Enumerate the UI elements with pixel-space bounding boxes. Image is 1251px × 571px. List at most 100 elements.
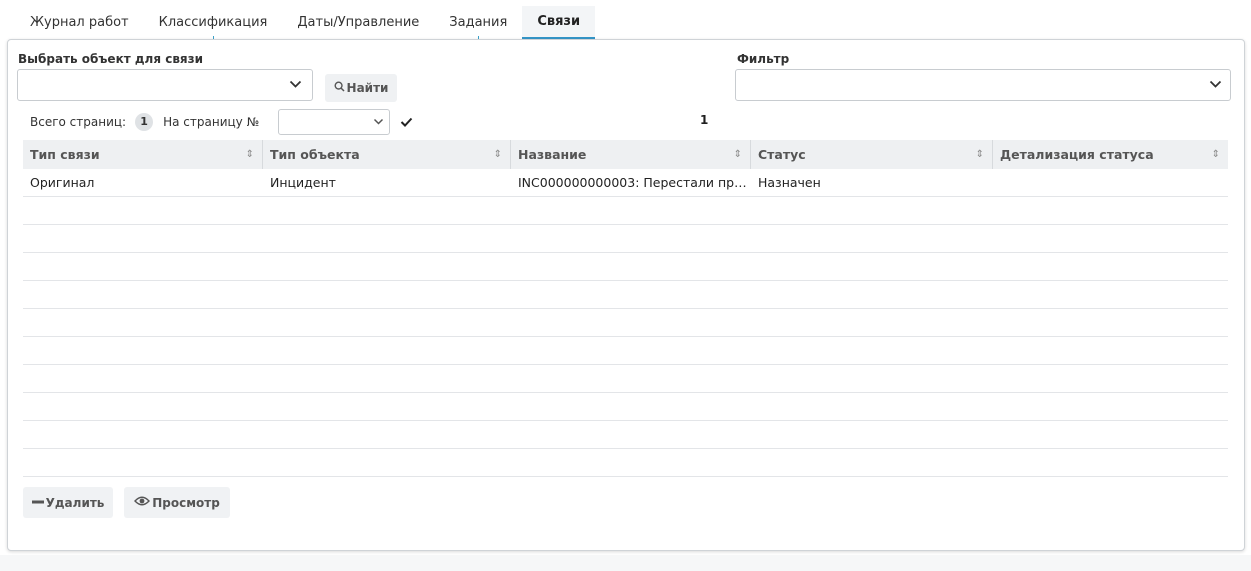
pager: Всего страниц: 1 На страницу № — [30, 113, 259, 131]
table-cell — [23, 309, 263, 336]
tab-classification[interactable]: Классификация — [144, 6, 283, 40]
sort-icon[interactable]: ⇕ — [976, 140, 984, 169]
tab-bar: Журнал работ Классификация Даты/Управлен… — [15, 6, 596, 40]
table-cell — [751, 281, 993, 308]
table-cell — [511, 421, 751, 448]
table-cell — [511, 253, 751, 280]
link-object-select[interactable] — [17, 69, 313, 101]
table-row[interactable] — [23, 253, 1228, 281]
table-cell — [23, 365, 263, 392]
table-cell — [263, 253, 511, 280]
chevron-down-icon[interactable] — [284, 80, 306, 89]
goto-page-select[interactable] — [278, 109, 390, 135]
table-row[interactable] — [23, 421, 1228, 449]
table-cell — [263, 225, 511, 252]
table-cell — [751, 309, 993, 336]
column-header-label: Название — [518, 147, 587, 162]
table-cell — [263, 393, 511, 420]
table-header: Тип связи ⇕ Тип объекта ⇕ Название ⇕ Статус… — [23, 140, 1228, 169]
table-cell — [993, 197, 1228, 224]
table-cell — [23, 225, 263, 252]
column-header-link-type[interactable]: Тип связи ⇕ — [23, 140, 263, 169]
table-cell — [993, 225, 1228, 252]
sort-icon[interactable]: ⇕ — [494, 140, 502, 169]
view-button[interactable]: Просмотр — [124, 487, 230, 518]
view-button-label: Просмотр — [152, 495, 220, 510]
column-header-name[interactable]: Название ⇕ — [511, 140, 751, 169]
column-header-status[interactable]: Статус ⇕ — [751, 140, 993, 169]
column-header-label: Статус — [758, 147, 806, 162]
eye-icon — [134, 495, 151, 510]
table-cell — [993, 309, 1228, 336]
table-cell — [23, 449, 263, 476]
column-header-status-detail[interactable]: Детализация статуса ⇕ — [993, 140, 1228, 169]
table-row[interactable] — [23, 197, 1228, 225]
table-cell — [751, 365, 993, 392]
tab-dates-management[interactable]: Даты/Управление — [282, 6, 434, 40]
table-row[interactable]: Оригинал Инцидент INC000000000003: Переста… — [23, 169, 1228, 197]
table-cell — [511, 309, 751, 336]
table-cell — [511, 365, 751, 392]
column-header-object-type[interactable]: Тип объекта ⇕ — [263, 140, 511, 169]
table-cell — [993, 393, 1228, 420]
column-header-label: Тип связи — [30, 147, 100, 162]
filter-select[interactable] — [735, 69, 1231, 101]
find-button[interactable]: Найти — [325, 74, 397, 102]
table-row[interactable] — [23, 225, 1228, 253]
table-body: Оригинал Инцидент INC000000000003: Переста… — [23, 169, 1228, 477]
tab-label: Журнал работ — [30, 15, 129, 30]
table-cell — [751, 337, 993, 364]
link-select-label: Выбрать объект для связи — [18, 52, 203, 66]
table-cell — [511, 197, 751, 224]
table-cell — [993, 253, 1228, 280]
table-row[interactable] — [23, 337, 1228, 365]
sort-icon[interactable]: ⇕ — [734, 140, 742, 169]
page-footer-area — [0, 555, 1251, 571]
search-icon — [334, 81, 345, 95]
table-cell — [263, 449, 511, 476]
table-cell — [23, 281, 263, 308]
table-cell — [993, 449, 1228, 476]
chevron-down-icon[interactable] — [367, 118, 389, 126]
tab-label: Задания — [449, 15, 508, 30]
tab-label: Связи — [537, 14, 581, 29]
filter-label: Фильтр — [737, 52, 790, 66]
tab-tasks[interactable]: Задания — [434, 6, 522, 40]
column-header-label: Тип объекта — [270, 147, 360, 162]
table-row[interactable] — [23, 281, 1228, 309]
tab-links[interactable]: Связи — [522, 6, 596, 40]
delete-button[interactable]: Удалить — [23, 487, 113, 518]
table-cell — [751, 197, 993, 224]
total-pages-label: Всего страниц: — [30, 115, 127, 129]
table-cell — [751, 449, 993, 476]
table-row[interactable] — [23, 309, 1228, 337]
table-cell — [263, 197, 511, 224]
table-cell: Оригинал — [30, 175, 95, 190]
table-cell — [511, 225, 751, 252]
table-cell — [23, 393, 263, 420]
table-cell — [751, 225, 993, 252]
chevron-down-icon[interactable] — [1204, 80, 1226, 89]
table-cell — [263, 337, 511, 364]
table-cell — [511, 393, 751, 420]
minus-icon — [31, 496, 44, 510]
tab-label: Классификация — [158, 15, 268, 30]
table-row[interactable] — [23, 449, 1228, 477]
table-row[interactable] — [23, 393, 1228, 421]
table-cell — [23, 337, 263, 364]
sort-icon[interactable]: ⇕ — [1212, 140, 1220, 169]
table-cell — [263, 365, 511, 392]
current-page-number: 1 — [700, 113, 709, 127]
table-cell — [511, 449, 751, 476]
delete-button-label: Удалить — [45, 495, 105, 510]
table-cell — [751, 253, 993, 280]
table-row[interactable] — [23, 365, 1228, 393]
sort-icon[interactable]: ⇕ — [246, 140, 254, 169]
table-cell — [263, 421, 511, 448]
table-cell — [23, 421, 263, 448]
find-button-label: Найти — [346, 81, 389, 95]
checkmark-icon[interactable] — [400, 116, 413, 131]
total-pages-badge: 1 — [135, 113, 154, 131]
tab-work-log[interactable]: Журнал работ — [15, 6, 144, 40]
table-cell: INC000000000003: Перестали пр… — [518, 175, 747, 190]
